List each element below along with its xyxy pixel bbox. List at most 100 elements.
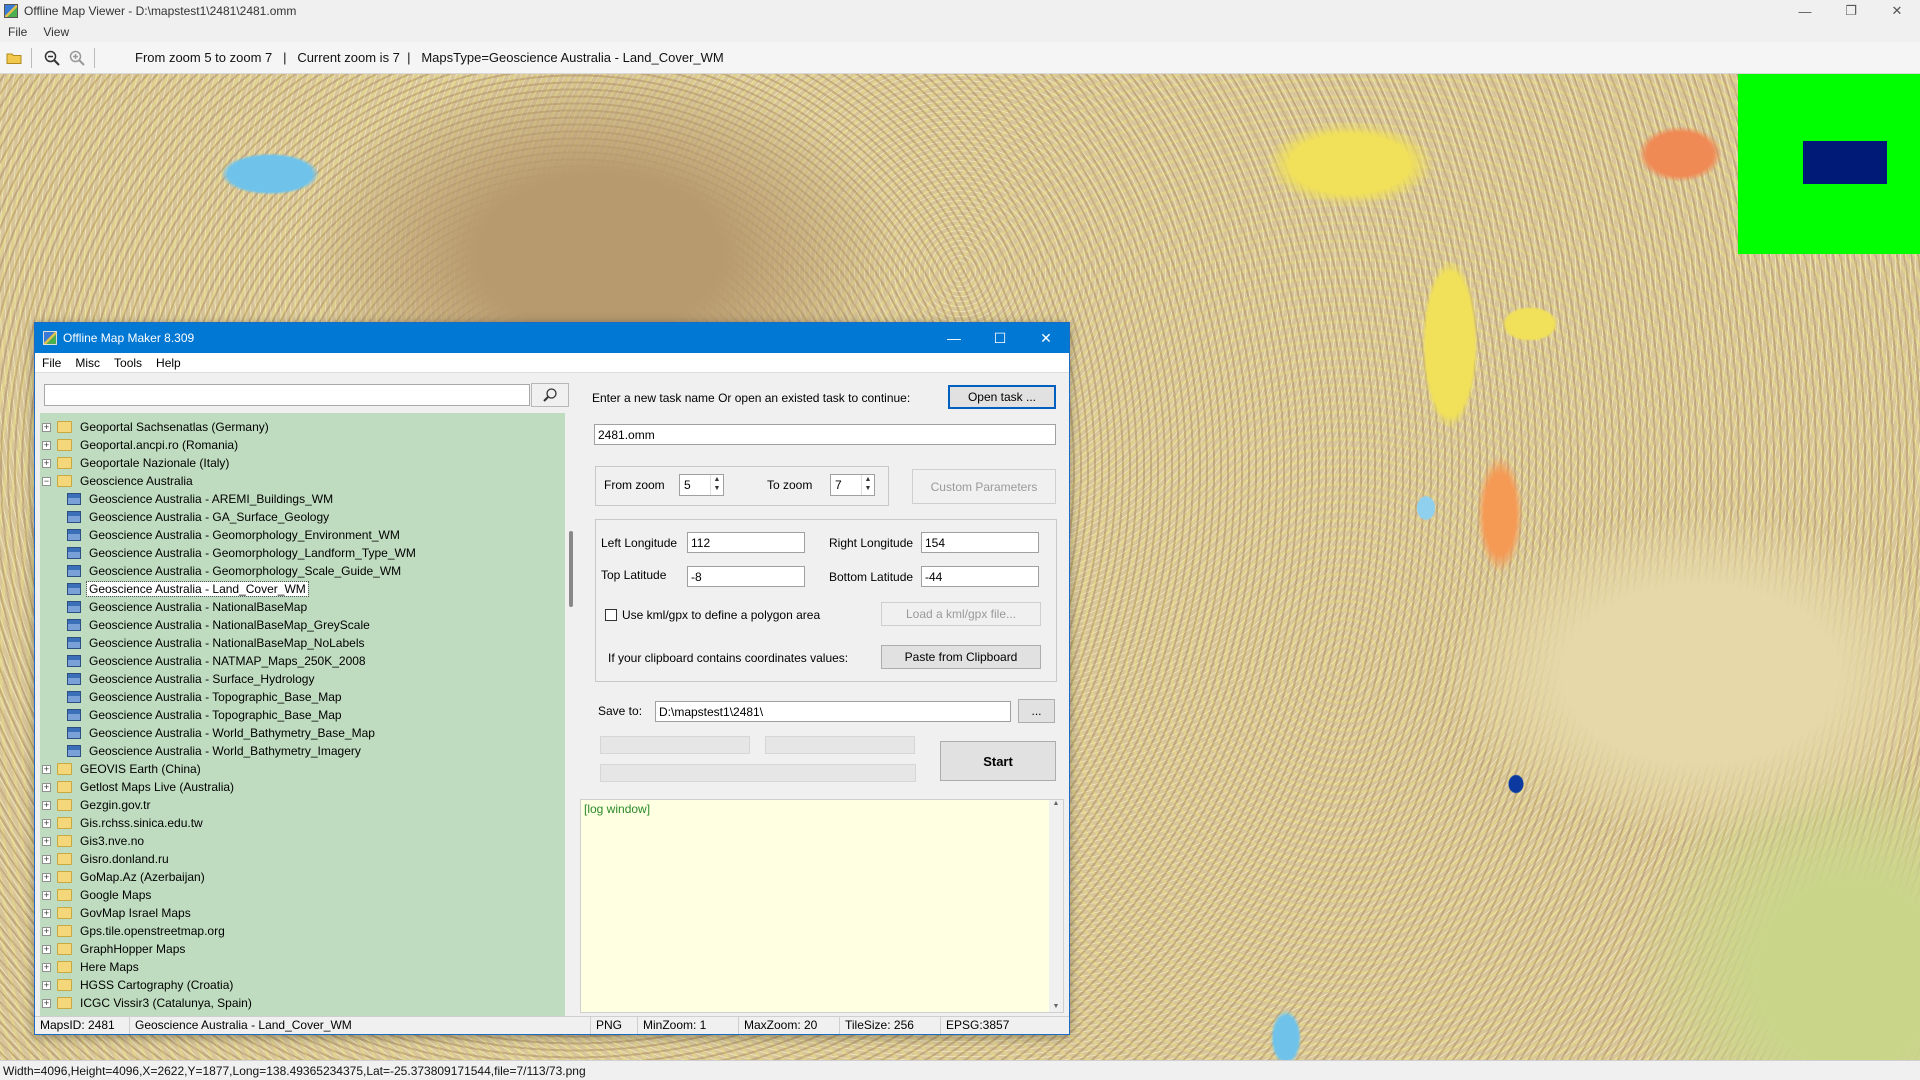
to-zoom-spinner[interactable]: 7 ▲ ▼ (830, 474, 875, 496)
tree-map-item[interactable]: Geoscience Australia - World_Bathymetry_… (40, 724, 377, 742)
tree-item-label: Geoscience Australia - Geomorphology_Lan… (89, 546, 416, 560)
folder-icon (57, 997, 72, 1009)
expand-icon[interactable]: + (42, 926, 51, 936)
tree-map-item[interactable]: Geoscience Australia - GA_Surface_Geolog… (40, 508, 331, 526)
tree-folder-item[interactable]: + Geoportal.ancpi.ro (Romania) (40, 436, 240, 454)
tree-folder-item[interactable]: + Here Maps (40, 958, 141, 976)
viewer-window-controls: — ❐ ✕ (1782, 0, 1920, 22)
save-to-input[interactable]: D:\mapstest1\2481\ (655, 701, 1011, 722)
tree-folder-item[interactable]: + Gps.tile.openstreetmap.org (40, 922, 227, 940)
expand-icon[interactable]: + (42, 818, 51, 828)
tree-folder-item[interactable]: − Geoscience Australia (40, 472, 195, 490)
tree-folder-item[interactable]: + Gezgin.gov.tr (40, 796, 152, 814)
tree-folder-item[interactable]: + Google Maps (40, 886, 153, 904)
maximize-icon[interactable]: ☐ (977, 323, 1023, 353)
tree-folder-item[interactable]: + GovMap Israel Maps (40, 904, 193, 922)
paste-clipboard-button[interactable]: Paste from Clipboard (881, 645, 1041, 669)
tree-map-item[interactable]: Geoscience Australia - Topographic_Base_… (40, 706, 344, 724)
tree-map-item[interactable]: Geoscience Australia - World_Bathymetry_… (40, 742, 363, 760)
expand-icon[interactable]: + (42, 998, 51, 1008)
expand-icon[interactable]: + (42, 890, 51, 900)
tree-folder-item[interactable]: + GEOVIS Earth (China) (40, 760, 203, 778)
minimize-icon[interactable]: — (931, 323, 977, 353)
tree-map-item[interactable]: Geoscience Australia - NATMAP_Maps_250K_… (40, 652, 368, 670)
search-button[interactable] (531, 383, 569, 407)
tree-map-item[interactable]: Geoscience Australia - Geomorphology_Lan… (40, 544, 418, 562)
minimap[interactable] (1738, 74, 1920, 254)
browse-button[interactable]: ... (1018, 699, 1055, 723)
task-name-input[interactable]: 2481.omm (594, 424, 1056, 445)
tree-map-item[interactable]: Geoscience Australia - Geomorphology_Sca… (40, 562, 403, 580)
tree-folder-item[interactable]: + HGSS Cartography (Croatia) (40, 976, 235, 994)
expand-icon[interactable]: + (42, 422, 51, 432)
tree-map-item[interactable]: Geoscience Australia - Topographic_Base_… (40, 688, 344, 706)
close-icon[interactable]: ✕ (1023, 323, 1069, 353)
tree-map-item[interactable]: Geoscience Australia - Geomorphology_Env… (40, 526, 402, 544)
expand-icon[interactable]: + (42, 908, 51, 918)
menu-help[interactable]: Help (149, 356, 188, 370)
expand-icon[interactable]: + (42, 872, 51, 882)
tree-folder-item[interactable]: + Gis3.nve.no (40, 832, 146, 850)
tree-map-item[interactable]: Geoscience Australia - NationalBaseMap_N… (40, 634, 367, 652)
expand-icon[interactable]: + (42, 854, 51, 864)
tree-map-item[interactable]: Geoscience Australia - NationalBaseMap_G… (40, 616, 372, 634)
tree-scrollbar[interactable] (565, 413, 579, 1016)
tree-item-label: Geoscience Australia - Surface_Hydrology (89, 672, 315, 686)
left-longitude-input[interactable]: 112 (687, 532, 805, 553)
tree-folder-item[interactable]: + Gisro.donland.ru (40, 850, 171, 868)
zoom-in-icon[interactable] (66, 47, 88, 69)
menu-misc[interactable]: Misc (68, 356, 107, 370)
log-window[interactable]: [log window] ▲ ▼ (580, 799, 1064, 1013)
map-layer-icon (67, 529, 81, 541)
from-zoom-spinner[interactable]: 5 ▲ ▼ (679, 474, 724, 496)
menu-file[interactable]: File (35, 356, 68, 370)
collapse-icon[interactable]: − (42, 476, 51, 486)
expand-icon[interactable]: + (42, 764, 51, 774)
expand-icon[interactable]: + (42, 980, 51, 990)
spinner-arrows-icon[interactable]: ▲ ▼ (861, 475, 874, 495)
from-zoom-value: 5 (684, 478, 691, 492)
tree-map-item[interactable]: Geoscience Australia - AREMI_Buildings_W… (40, 490, 335, 508)
tree-folder-item[interactable]: + Getlost Maps Live (Australia) (40, 778, 236, 796)
close-icon[interactable]: ✕ (1874, 0, 1920, 22)
load-kml-button[interactable]: Load a kml/gpx file... (881, 602, 1041, 626)
restore-icon[interactable]: ❐ (1828, 0, 1874, 22)
minimize-icon[interactable]: — (1782, 0, 1828, 22)
map-source-tree[interactable]: + Geoportal Sachsenatlas (Germany) + Geopor… (40, 413, 565, 1016)
expand-icon[interactable]: + (42, 944, 51, 954)
menu-view[interactable]: View (35, 25, 77, 39)
expand-icon[interactable]: + (42, 440, 51, 450)
map-search-input[interactable] (44, 384, 530, 406)
scrollbar-thumb[interactable] (569, 531, 573, 607)
map-layer-icon (67, 583, 81, 595)
expand-icon[interactable]: + (42, 782, 51, 792)
minimap-viewport[interactable] (1803, 141, 1887, 184)
bottom-latitude-input[interactable]: -44 (921, 566, 1039, 587)
tree-folder-item[interactable]: + GraphHopper Maps (40, 940, 187, 958)
expand-icon[interactable]: + (42, 458, 51, 468)
expand-icon[interactable]: + (42, 836, 51, 846)
tree-folder-item[interactable]: + Geoportale Nazionale (Italy) (40, 454, 231, 472)
zoom-out-icon[interactable] (41, 47, 63, 69)
start-button[interactable]: Start (940, 741, 1056, 781)
tree-folder-item[interactable]: + Gis.rchss.sinica.edu.tw (40, 814, 205, 832)
spinner-arrows-icon[interactable]: ▲ ▼ (710, 475, 723, 495)
kml-polygon-label: Use kml/gpx to define a polygon area (622, 608, 821, 622)
expand-icon[interactable]: + (42, 962, 51, 972)
tree-folder-item[interactable]: + GoMap.Az (Azerbaijan) (40, 868, 207, 886)
tree-map-item[interactable]: Geoscience Australia - Land_Cover_WM (40, 580, 309, 598)
top-latitude-input[interactable]: -8 (687, 566, 805, 587)
log-scrollbar[interactable]: ▲ ▼ (1049, 800, 1063, 1012)
tree-folder-item[interactable]: + Geoportal Sachsenatlas (Germany) (40, 418, 271, 436)
open-folder-icon[interactable] (3, 47, 25, 69)
menu-tools[interactable]: Tools (107, 356, 149, 370)
tree-map-item[interactable]: Geoscience Australia - NationalBaseMap (40, 598, 309, 616)
tree-folder-item[interactable]: + ICGC Vissir3 (Catalunya, Spain) (40, 994, 254, 1012)
custom-parameters-button[interactable]: Custom Parameters (912, 469, 1056, 504)
open-task-button[interactable]: Open task ... (948, 385, 1056, 409)
menu-file[interactable]: File (0, 25, 35, 39)
expand-icon[interactable]: + (42, 800, 51, 810)
tree-map-item[interactable]: Geoscience Australia - Surface_Hydrology (40, 670, 316, 688)
right-longitude-input[interactable]: 154 (921, 532, 1039, 553)
kml-polygon-checkbox[interactable] (605, 609, 617, 621)
